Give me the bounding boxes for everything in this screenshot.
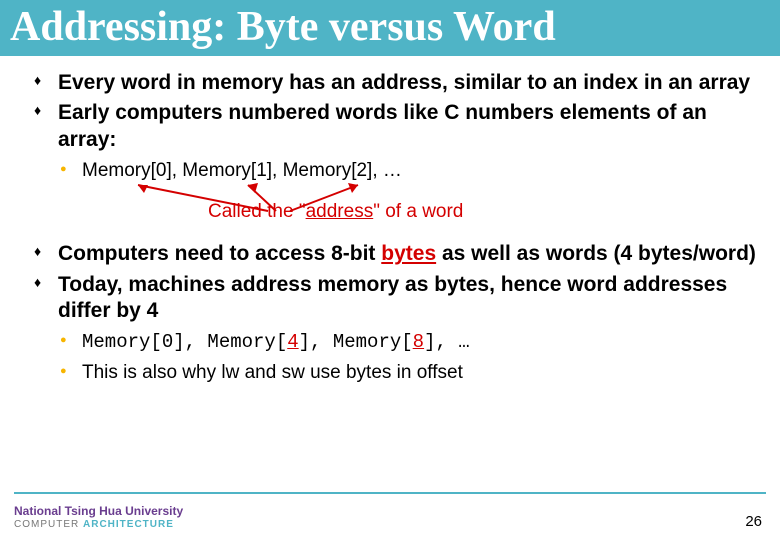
code-text: Memory[0], Memory[ <box>82 331 287 353</box>
bullet-text: Computers need to access 8-bit <box>58 242 381 265</box>
footer: National Tsing Hua University COMPUTER A… <box>14 505 183 530</box>
bullet-list-1: Every word in memory has an address, sim… <box>58 70 756 237</box>
note-underline: address <box>306 201 374 222</box>
bullet-item: Today, machines address memory as bytes,… <box>58 272 756 386</box>
bullet-item: Early computers numbered words like C nu… <box>58 100 756 237</box>
note-text: " of a word <box>373 201 463 222</box>
slide-body: Every word in memory has an address, sim… <box>0 56 780 385</box>
bullet-text: as well as words (4 bytes/word) <box>436 242 756 265</box>
code-text: ], Memory[ <box>299 331 413 353</box>
bytes-emphasis: bytes <box>381 242 436 265</box>
footer-university: National Tsing Hua University <box>14 505 183 519</box>
bullet-text: Early computers numbered words like C nu… <box>58 101 707 150</box>
note-text: Called the " <box>208 201 306 222</box>
sub-bullet-text: This is also why lw and sw use bytes in … <box>82 362 463 383</box>
footer-department: COMPUTER ARCHITECTURE <box>14 519 183 531</box>
code-text-emph: 8 <box>413 331 424 353</box>
slide: Addressing: Byte versus Word Every word … <box>0 0 780 540</box>
address-note: Called the "address" of a word <box>208 200 463 224</box>
sub-bullet-item: Memory[0], Memory[1], Memory[2], … <box>82 159 756 184</box>
code-text: ], … <box>424 331 470 353</box>
sub-bullet-item: This is also why lw and sw use bytes in … <box>82 361 756 386</box>
footer-dept-b: ARCHITECTURE <box>83 519 174 530</box>
sub-bullet-list: Memory[0], Memory[4], Memory[8], … This … <box>82 330 756 385</box>
page-number: 26 <box>745 513 762 530</box>
bullet-text: Today, machines address memory as bytes,… <box>58 273 727 322</box>
footer-dept-a: COMPUTER <box>14 519 83 530</box>
bullet-list-2: Computers need to access 8-bit bytes as … <box>58 241 756 385</box>
code-text-emph: 4 <box>287 331 298 353</box>
sub-bullet-text: Memory[0], Memory[1], Memory[2], … <box>82 160 402 181</box>
sub-bullet-list: Memory[0], Memory[1], Memory[2], … <box>82 159 756 184</box>
slide-title: Addressing: Byte versus Word <box>0 0 780 56</box>
bullet-item: Every word in memory has an address, sim… <box>58 70 756 96</box>
sub-bullet-item: Memory[0], Memory[4], Memory[8], … <box>82 330 756 355</box>
bullet-item: Computers need to access 8-bit bytes as … <box>58 241 756 267</box>
footer-divider <box>14 492 766 494</box>
